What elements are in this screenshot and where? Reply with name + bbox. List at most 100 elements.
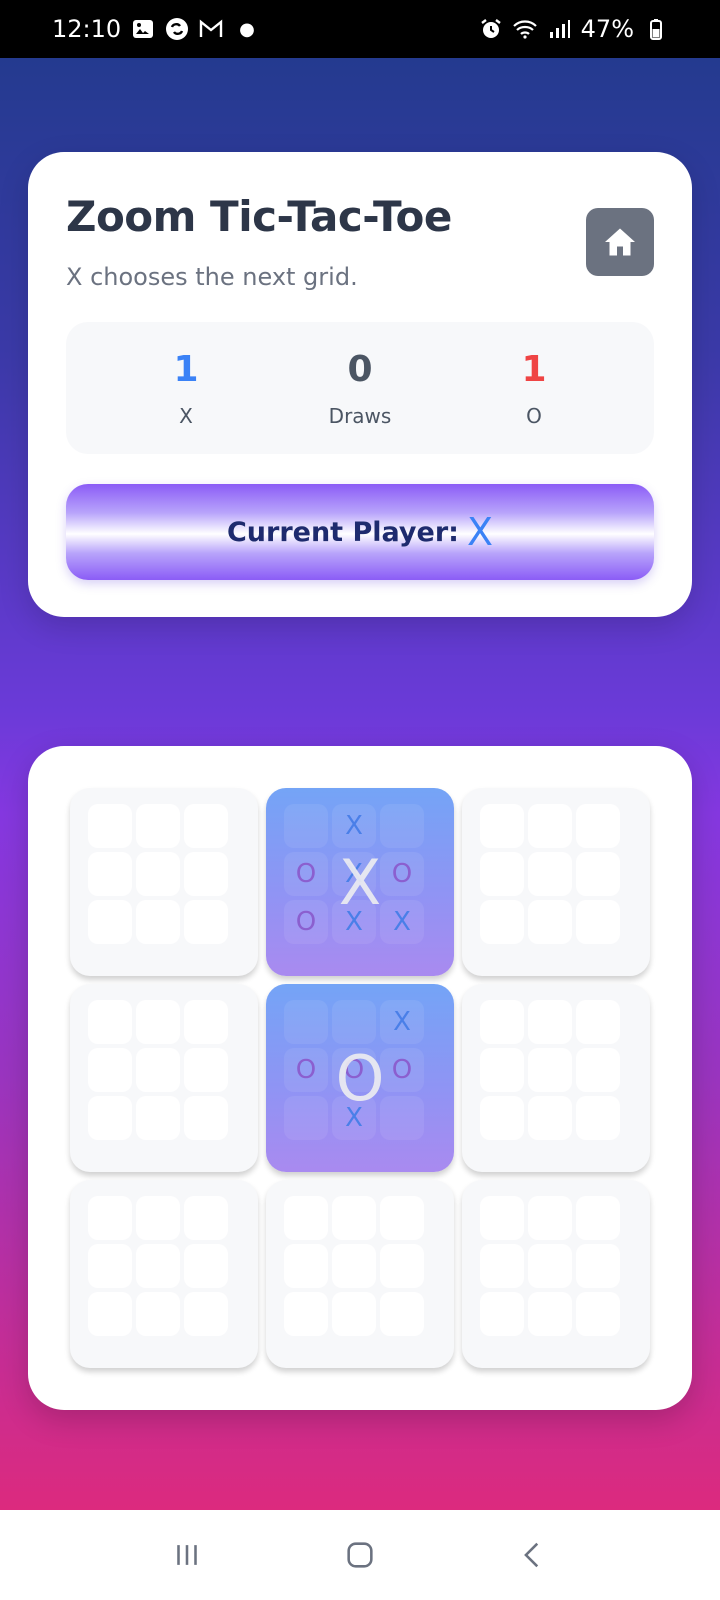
board-cell[interactable] bbox=[136, 1292, 180, 1336]
board-cell[interactable] bbox=[88, 1244, 132, 1288]
board-cell[interactable] bbox=[136, 804, 180, 848]
sub-board-1[interactable] bbox=[70, 788, 258, 976]
board-cell[interactable] bbox=[136, 1096, 180, 1140]
back-button[interactable] bbox=[503, 1525, 563, 1585]
board-cell[interactable] bbox=[480, 1096, 524, 1140]
board-cell[interactable] bbox=[528, 1048, 572, 1092]
board-cell[interactable] bbox=[88, 1196, 132, 1240]
board-cell[interactable] bbox=[184, 1096, 228, 1140]
board-cell[interactable] bbox=[184, 900, 228, 944]
status-time: 12:10 bbox=[52, 15, 122, 43]
board-cell[interactable] bbox=[88, 1292, 132, 1336]
board-cell[interactable]: X bbox=[332, 1096, 376, 1140]
board-cell[interactable] bbox=[380, 1244, 424, 1288]
sub-board-9[interactable] bbox=[462, 1180, 650, 1368]
board-cell[interactable] bbox=[528, 1292, 572, 1336]
board-cell[interactable] bbox=[184, 852, 228, 896]
board-cell[interactable]: X bbox=[332, 900, 376, 944]
sub-board-2[interactable]: XOXOOXXX bbox=[266, 788, 454, 976]
board-cell[interactable] bbox=[528, 852, 572, 896]
board-cell[interactable]: O bbox=[332, 1048, 376, 1092]
board-cell[interactable] bbox=[136, 900, 180, 944]
board-cell[interactable] bbox=[576, 1096, 620, 1140]
sub-board-7[interactable] bbox=[70, 1180, 258, 1368]
board-cell[interactable] bbox=[480, 1244, 524, 1288]
board-cell[interactable] bbox=[184, 1196, 228, 1240]
status-left: 12:10 ● bbox=[52, 15, 255, 43]
board-cell[interactable] bbox=[480, 900, 524, 944]
board-cell[interactable] bbox=[576, 900, 620, 944]
board-cell[interactable] bbox=[332, 1244, 376, 1288]
board-cell[interactable] bbox=[480, 804, 524, 848]
board-cell[interactable] bbox=[88, 1048, 132, 1092]
board-cell[interactable] bbox=[184, 1000, 228, 1044]
home-nav-button[interactable] bbox=[330, 1525, 390, 1585]
board-cell[interactable] bbox=[284, 1244, 328, 1288]
board-cell[interactable] bbox=[136, 1048, 180, 1092]
board-cell[interactable] bbox=[184, 1292, 228, 1336]
board-cell[interactable] bbox=[184, 1048, 228, 1092]
sub-board-3[interactable] bbox=[462, 788, 650, 976]
board-cell[interactable]: X bbox=[332, 804, 376, 848]
board-cell[interactable] bbox=[528, 1096, 572, 1140]
board-cell[interactable] bbox=[528, 804, 572, 848]
board-cell[interactable] bbox=[480, 1000, 524, 1044]
board-cell[interactable] bbox=[576, 1244, 620, 1288]
board-cell[interactable] bbox=[184, 804, 228, 848]
board-cell[interactable] bbox=[576, 1292, 620, 1336]
sub-board-4[interactable] bbox=[70, 984, 258, 1172]
home-button[interactable] bbox=[586, 208, 654, 276]
board-cell[interactable] bbox=[136, 1000, 180, 1044]
board-cell[interactable] bbox=[480, 852, 524, 896]
board-cell[interactable]: O bbox=[284, 852, 328, 896]
board-cell[interactable] bbox=[136, 852, 180, 896]
board-cell[interactable] bbox=[88, 900, 132, 944]
board-cell[interactable] bbox=[284, 1096, 328, 1140]
sub-board-6[interactable] bbox=[462, 984, 650, 1172]
board-cell[interactable] bbox=[480, 1292, 524, 1336]
board-cell[interactable] bbox=[380, 1292, 424, 1336]
board-cell[interactable] bbox=[284, 1000, 328, 1044]
board-cell[interactable] bbox=[576, 1048, 620, 1092]
board-cell[interactable]: X bbox=[380, 1000, 424, 1044]
board-cell[interactable] bbox=[184, 1244, 228, 1288]
board-cell[interactable] bbox=[284, 1292, 328, 1336]
board-cell[interactable] bbox=[528, 1196, 572, 1240]
board-cell[interactable] bbox=[528, 900, 572, 944]
board-cell[interactable]: O bbox=[380, 852, 424, 896]
board-cell[interactable]: O bbox=[380, 1048, 424, 1092]
board-cell[interactable] bbox=[380, 1196, 424, 1240]
sub-board-5[interactable]: XOOOXO bbox=[266, 984, 454, 1172]
board-cell[interactable]: O bbox=[284, 900, 328, 944]
board-cell[interactable] bbox=[284, 1196, 328, 1240]
board-cell[interactable] bbox=[576, 1000, 620, 1044]
board-cell[interactable] bbox=[576, 852, 620, 896]
board-cell[interactable] bbox=[332, 1292, 376, 1336]
board-cell[interactable] bbox=[576, 1196, 620, 1240]
board-cell[interactable]: X bbox=[380, 900, 424, 944]
board-cell[interactable] bbox=[332, 1000, 376, 1044]
board-cell[interactable] bbox=[136, 1244, 180, 1288]
board-cell[interactable] bbox=[380, 804, 424, 848]
board-cell[interactable] bbox=[480, 1196, 524, 1240]
board-cell[interactable]: X bbox=[332, 852, 376, 896]
board-cell[interactable]: O bbox=[284, 1048, 328, 1092]
board-cell[interactable] bbox=[528, 1000, 572, 1044]
board-cell[interactable] bbox=[284, 804, 328, 848]
board-cell[interactable] bbox=[332, 1196, 376, 1240]
battery-percent: 47% bbox=[580, 15, 634, 43]
recents-button[interactable] bbox=[157, 1525, 217, 1585]
board-cell[interactable] bbox=[528, 1244, 572, 1288]
sub-board-8[interactable] bbox=[266, 1180, 454, 1368]
board-cell[interactable] bbox=[88, 1096, 132, 1140]
header-card: Zoom Tic-Tac-Toe X chooses the next grid… bbox=[28, 152, 692, 617]
board-cell[interactable] bbox=[480, 1048, 524, 1092]
board-cell[interactable] bbox=[380, 1096, 424, 1140]
board-cell[interactable] bbox=[88, 852, 132, 896]
board-cell[interactable] bbox=[576, 804, 620, 848]
board-cell[interactable] bbox=[136, 1196, 180, 1240]
board-cell[interactable] bbox=[88, 1000, 132, 1044]
home-icon bbox=[605, 228, 635, 256]
board-cell[interactable] bbox=[88, 804, 132, 848]
score-panel: 1 X 0 Draws 1 O bbox=[66, 322, 654, 454]
